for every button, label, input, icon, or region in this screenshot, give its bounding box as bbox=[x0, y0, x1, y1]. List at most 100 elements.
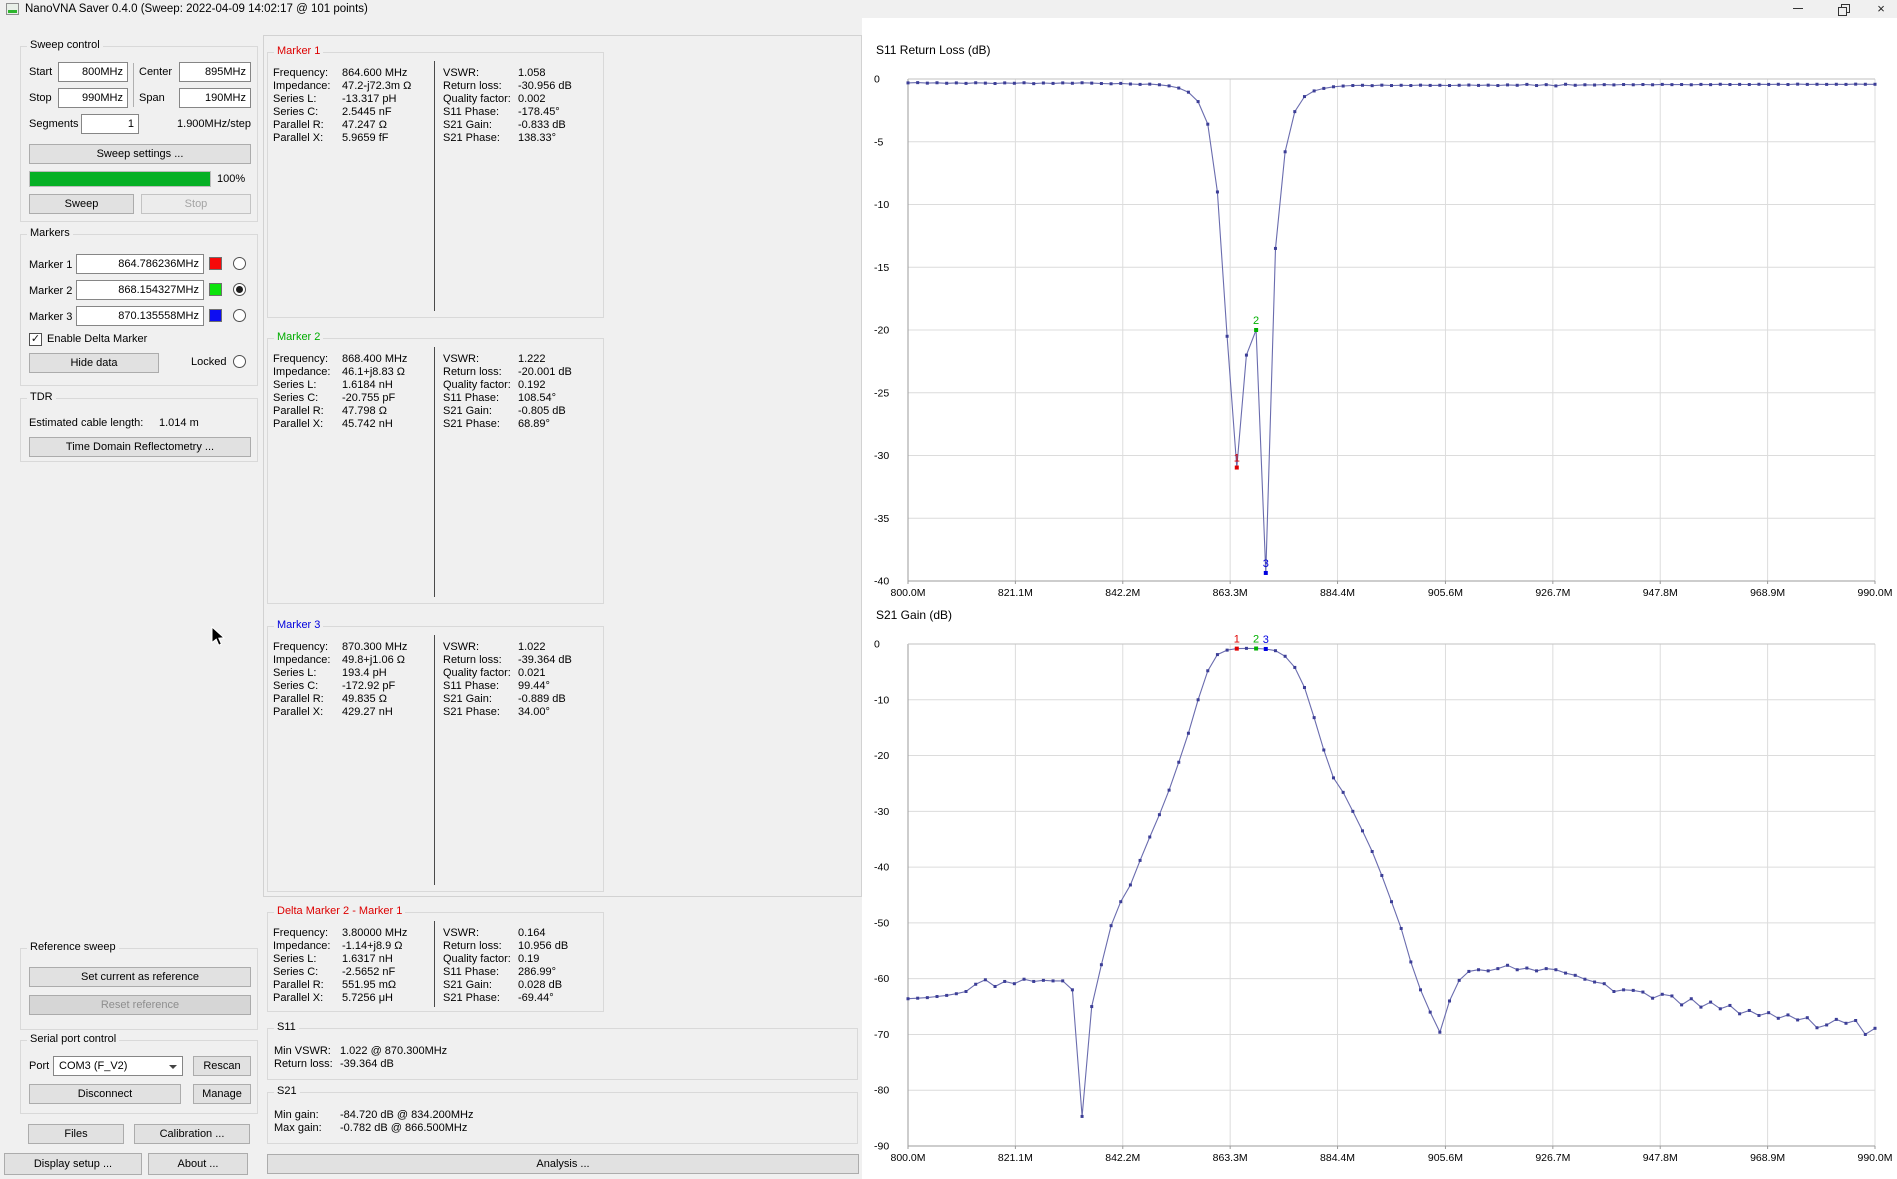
s21-chart[interactable]: 0 -10 -20 -30 -40 -50 -60 -70 -80 -90 800.0M 821.1M… bbox=[864, 603, 1897, 1179]
svg-text:800.0M: 800.0M bbox=[890, 587, 925, 599]
marker2-input[interactable]: 868.154327MHz bbox=[76, 280, 204, 300]
sweep-button[interactable]: Sweep bbox=[29, 194, 134, 214]
field-label: Series C: bbox=[273, 106, 319, 118]
detail-row: Series C: -20.755 pF bbox=[273, 392, 407, 405]
svg-text:2: 2 bbox=[1253, 315, 1259, 327]
analysis-button[interactable]: Analysis ... bbox=[267, 1154, 859, 1174]
span-input[interactable]: 190MHz bbox=[179, 88, 251, 108]
title-bar[interactable]: NanoVNA Saver 0.4.0 (Sweep: 2022-04-09 1… bbox=[0, 0, 1897, 18]
svg-text:968.9M: 968.9M bbox=[1750, 1152, 1785, 1164]
detail-row: Parallel R: 47.798 Ω bbox=[273, 405, 407, 418]
marker1-radio[interactable] bbox=[233, 257, 246, 270]
svg-text:821.1M: 821.1M bbox=[998, 587, 1033, 599]
field-label: S21 Phase: bbox=[443, 132, 500, 144]
marker1-detail-box: Marker 1 Frequency: 864.600 MHz Impedance:… bbox=[267, 45, 604, 318]
field-value: -20.755 pF bbox=[342, 392, 396, 404]
field-value: 1.022 bbox=[518, 641, 546, 653]
delta-left-fields: Frequency: 3.80000 MHz Impedance: -1.14+j8.… bbox=[273, 927, 407, 1005]
svg-text:3: 3 bbox=[1263, 634, 1269, 646]
rescan-button[interactable]: Rescan bbox=[193, 1056, 251, 1076]
marker2-detail-title: Marker 2 bbox=[274, 331, 324, 343]
detail-row: VSWR: 0.164 bbox=[443, 927, 568, 940]
manage-button[interactable]: Manage bbox=[193, 1084, 251, 1104]
sweep-settings-button[interactable]: Sweep settings ... bbox=[29, 144, 251, 164]
close-button[interactable]: × bbox=[1867, 0, 1895, 17]
field-label: Frequency: bbox=[273, 67, 329, 79]
field-label: Quality factor: bbox=[443, 93, 511, 105]
field-value: 5.7256 μH bbox=[342, 992, 393, 1004]
svg-text:842.2M: 842.2M bbox=[1105, 1152, 1140, 1164]
field-value: -20.001 dB bbox=[518, 366, 572, 378]
about-button[interactable]: About ... bbox=[148, 1153, 248, 1175]
field-label: Impedance: bbox=[273, 940, 331, 952]
detail-row: Parallel X: 5.9659 fF bbox=[273, 132, 411, 145]
marker3-color-swatch[interactable] bbox=[209, 309, 222, 322]
s11-chart[interactable]: 0 -5 -10 -15 -20 -25 -30 -35 -40 800.0M 821.1M 842.… bbox=[864, 38, 1897, 613]
minimize-button[interactable] bbox=[1783, 0, 1813, 17]
enable-delta-label: Enable Delta Marker bbox=[47, 333, 148, 345]
tdr-legend: TDR bbox=[27, 391, 56, 403]
marker3-radio[interactable] bbox=[233, 309, 246, 322]
svg-text:3: 3 bbox=[1263, 558, 1269, 570]
field-value: 68.89° bbox=[518, 418, 550, 430]
detail-row: S21 Gain: -0.889 dB bbox=[443, 693, 572, 706]
port-select[interactable]: COM3 (F_V2) bbox=[53, 1056, 183, 1076]
segments-label: Segments bbox=[29, 118, 79, 130]
svg-text:800.0M: 800.0M bbox=[890, 1152, 925, 1164]
detail-row: Parallel X: 45.742 nH bbox=[273, 418, 407, 431]
display-setup-button[interactable]: Display setup ... bbox=[4, 1153, 142, 1175]
svg-text:-15: -15 bbox=[874, 262, 889, 274]
files-button[interactable]: Files bbox=[28, 1124, 124, 1144]
marker2-right-fields: VSWR: 1.222 Return loss: -20.001 dB Quality … bbox=[443, 353, 572, 431]
calibration-button[interactable]: Calibration ... bbox=[134, 1124, 250, 1144]
enable-delta-checkbox[interactable]: ✓ bbox=[29, 333, 42, 346]
segments-input[interactable]: 1 bbox=[81, 114, 139, 134]
detail-row: Parallel X: 429.27 nH bbox=[273, 706, 407, 719]
field-label: Parallel R: bbox=[273, 119, 324, 131]
marker1-label: Marker 1 bbox=[29, 259, 73, 271]
svg-text:-50: -50 bbox=[874, 917, 889, 929]
field-label: Parallel R: bbox=[273, 979, 324, 991]
detail-row: Series L: 193.4 pH bbox=[273, 667, 407, 680]
detail-row: Series C: 2.5445 nF bbox=[273, 106, 411, 119]
hide-data-button[interactable]: Hide data bbox=[29, 353, 159, 373]
s11-stats-fields: Min VSWR: 1.022 @ 870.300MHz Return loss: -… bbox=[274, 1045, 447, 1071]
field-value: 46.1+j8.83 Ω bbox=[342, 366, 405, 378]
detail-row: S11 Phase: 99.44° bbox=[443, 680, 572, 693]
stop-input[interactable]: 990MHz bbox=[58, 88, 128, 108]
field-label: Min gain: bbox=[274, 1109, 319, 1121]
detail-row: Impedance: 47.2-j72.3m Ω bbox=[273, 80, 411, 93]
field-value: 10.956 dB bbox=[518, 940, 569, 952]
delta-marker-box: Delta Marker 2 - Marker 1 Frequency: 3.80… bbox=[267, 905, 604, 1012]
field-label: Series L: bbox=[273, 93, 317, 105]
center-input[interactable]: 895MHz bbox=[179, 62, 251, 82]
svg-text:905.6M: 905.6M bbox=[1428, 587, 1463, 599]
detail-row: Parallel R: 49.835 Ω bbox=[273, 693, 407, 706]
svg-text:821.1M: 821.1M bbox=[998, 1152, 1033, 1164]
tdr-button[interactable]: Time Domain Reflectometry ... bbox=[29, 437, 251, 457]
field-label: S11 Phase: bbox=[443, 106, 500, 118]
field-label: Return loss: bbox=[443, 940, 502, 952]
svg-text:-35: -35 bbox=[874, 513, 889, 525]
svg-text:1: 1 bbox=[1234, 453, 1240, 465]
field-label: S21 Phase: bbox=[443, 706, 500, 718]
marker1-input[interactable]: 864.786236MHz bbox=[76, 254, 204, 274]
svg-text:-5: -5 bbox=[874, 136, 883, 148]
detail-row: S21 Gain: -0.833 dB bbox=[443, 119, 572, 132]
marker1-color-swatch[interactable] bbox=[209, 257, 222, 270]
marker2-column-divider bbox=[434, 347, 435, 597]
restore-button[interactable] bbox=[1828, 0, 1858, 17]
svg-text:0: 0 bbox=[874, 74, 880, 86]
start-input[interactable]: 800MHz bbox=[58, 62, 128, 82]
stop-button[interactable]: Stop bbox=[141, 194, 251, 214]
locked-radio[interactable] bbox=[233, 355, 246, 368]
disconnect-button[interactable]: Disconnect bbox=[29, 1084, 181, 1104]
field-value: -84.720 dB @ 834.200MHz bbox=[340, 1109, 474, 1121]
field-value: -39.364 dB bbox=[518, 654, 572, 666]
marker3-input[interactable]: 870.135558MHz bbox=[76, 306, 204, 326]
detail-row: Return loss: 10.956 dB bbox=[443, 940, 568, 953]
reset-reference-button[interactable]: Reset reference bbox=[29, 995, 251, 1015]
set-reference-button[interactable]: Set current as reference bbox=[29, 967, 251, 987]
marker2-radio[interactable] bbox=[233, 283, 246, 296]
marker2-color-swatch[interactable] bbox=[209, 283, 222, 296]
